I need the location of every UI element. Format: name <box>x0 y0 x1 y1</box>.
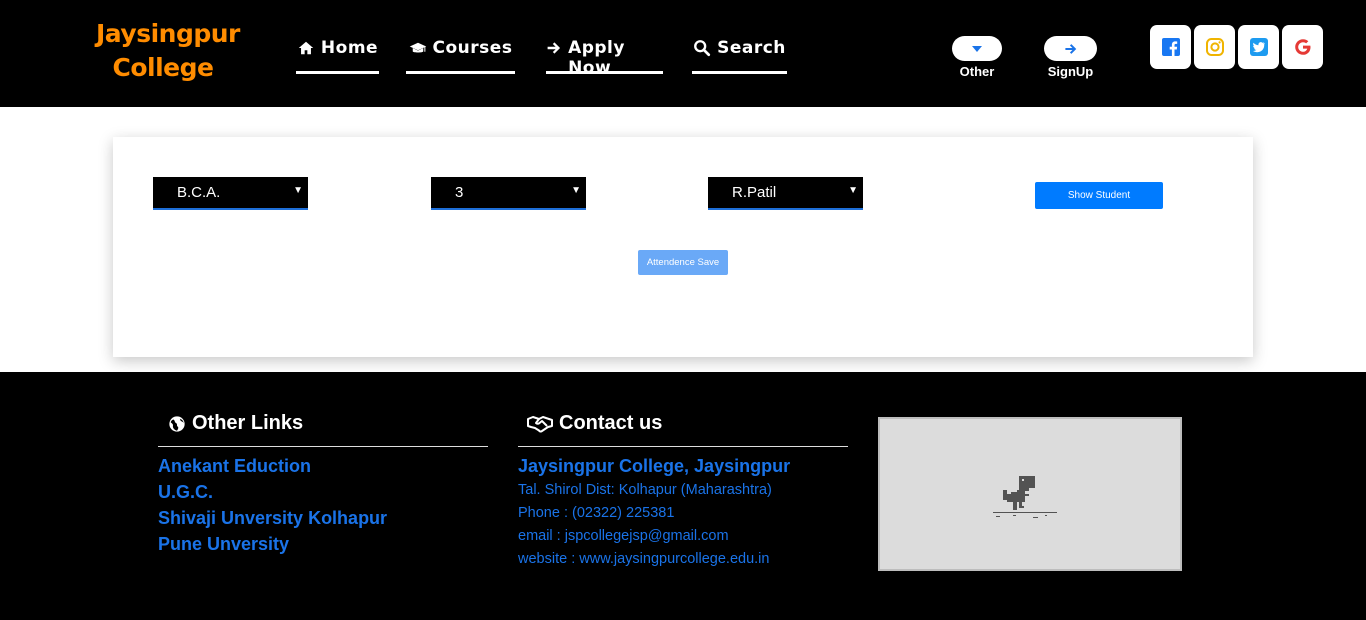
contact-title: Contact us <box>559 412 663 434</box>
map-embed-placeholder[interactable] <box>878 417 1182 571</box>
signup-button[interactable] <box>1044 36 1097 61</box>
link-pune-university[interactable]: Pune Unversity <box>158 531 387 557</box>
nav-search[interactable]: Search <box>692 36 787 74</box>
nav-apply-now[interactable]: Apply Now <box>546 36 663 78</box>
twitter-icon <box>1249 38 1268 56</box>
instagram-link[interactable] <box>1194 25 1235 69</box>
chevron-down-icon: ▼ <box>571 185 581 196</box>
google-link[interactable] <box>1282 25 1323 69</box>
signup-menu[interactable]: SignUp <box>1044 36 1097 79</box>
search-icon <box>694 40 711 57</box>
nav-courses[interactable]: Courses <box>406 36 515 74</box>
other-links-title: Other Links <box>192 412 304 434</box>
google-icon <box>1294 39 1310 55</box>
link-anekant[interactable]: Anekant Eduction <box>158 453 387 479</box>
other-links-list: Anekant Eduction U.G.C. Shivaji Unversit… <box>158 453 387 557</box>
contact-phone[interactable]: Phone : (02322) 225381 <box>518 502 790 525</box>
contact-info: Jaysingpur College, Jaysingpur Tal. Shir… <box>518 453 790 571</box>
header: Jaysingpur College Home Courses Apply No… <box>0 0 1366 107</box>
handshake-icon <box>527 415 553 433</box>
chevron-down-icon: ▼ <box>293 185 303 196</box>
contact-address: Tal. Shirol Dist: Kolhapur (Maharashtra) <box>518 482 772 498</box>
attendance-panel: B.C.A. ▼ 3 ▼ R.Patil ▼ Show Student Atte… <box>113 137 1253 357</box>
semester-select-value: 3 <box>455 184 464 201</box>
nav-apply-label: Apply Now <box>568 38 625 78</box>
show-student-button[interactable]: Show Student <box>1035 182 1163 209</box>
semester-select[interactable]: 3 ▼ <box>431 177 586 210</box>
teacher-select-value: R.Patil <box>732 184 777 201</box>
contact-website[interactable]: website : www.jaysingpurcollege.edu.in <box>518 548 790 571</box>
nav-courses-label: Courses <box>432 38 513 58</box>
twitter-link[interactable] <box>1238 25 1279 69</box>
divider <box>158 446 488 447</box>
attendance-save-button[interactable]: Attendence Save <box>638 250 728 275</box>
home-icon <box>298 41 314 55</box>
nav-search-label: Search <box>717 38 786 58</box>
chevron-down-icon: ▼ <box>848 185 858 196</box>
contact-heading: Contact us <box>527 412 662 435</box>
graduation-cap-icon <box>409 42 426 53</box>
nav-home[interactable]: Home <box>296 36 379 74</box>
divider <box>518 446 848 447</box>
facebook-icon <box>1161 38 1180 56</box>
course-select-value: B.C.A. <box>177 184 221 201</box>
instagram-icon <box>1205 38 1224 56</box>
contact-email[interactable]: email : jspcollegejsp@gmail.com <box>518 525 790 548</box>
other-label: Other <box>959 64 995 79</box>
nav-home-label: Home <box>320 38 379 58</box>
other-menu[interactable]: Other <box>952 36 1002 79</box>
link-shivaji-university[interactable]: Shivaji Unversity Kolhapur <box>158 505 387 531</box>
other-links-heading: Other Links <box>168 412 303 435</box>
contact-name: Jaysingpur College, Jaysingpur <box>518 456 791 476</box>
footer: Other Links Anekant Eduction U.G.C. Shiv… <box>0 372 1366 620</box>
dinosaur-icon <box>993 476 1057 518</box>
link-ugc[interactable]: U.G.C. <box>158 479 387 505</box>
caret-down-icon <box>972 45 982 52</box>
arrow-right-icon <box>547 42 561 54</box>
course-select[interactable]: B.C.A. ▼ <box>153 177 308 210</box>
brand-line-1: Jaysingpur <box>96 19 240 48</box>
globe-icon <box>169 415 185 432</box>
arrow-right-icon <box>1064 43 1076 54</box>
brand-line-2: College <box>112 53 214 82</box>
other-button[interactable] <box>952 36 1002 61</box>
signup-label: SignUp <box>1047 64 1094 79</box>
facebook-link[interactable] <box>1150 25 1191 69</box>
college-logo[interactable]: Jaysingpur College <box>96 17 240 85</box>
teacher-select[interactable]: R.Patil ▼ <box>708 177 863 210</box>
